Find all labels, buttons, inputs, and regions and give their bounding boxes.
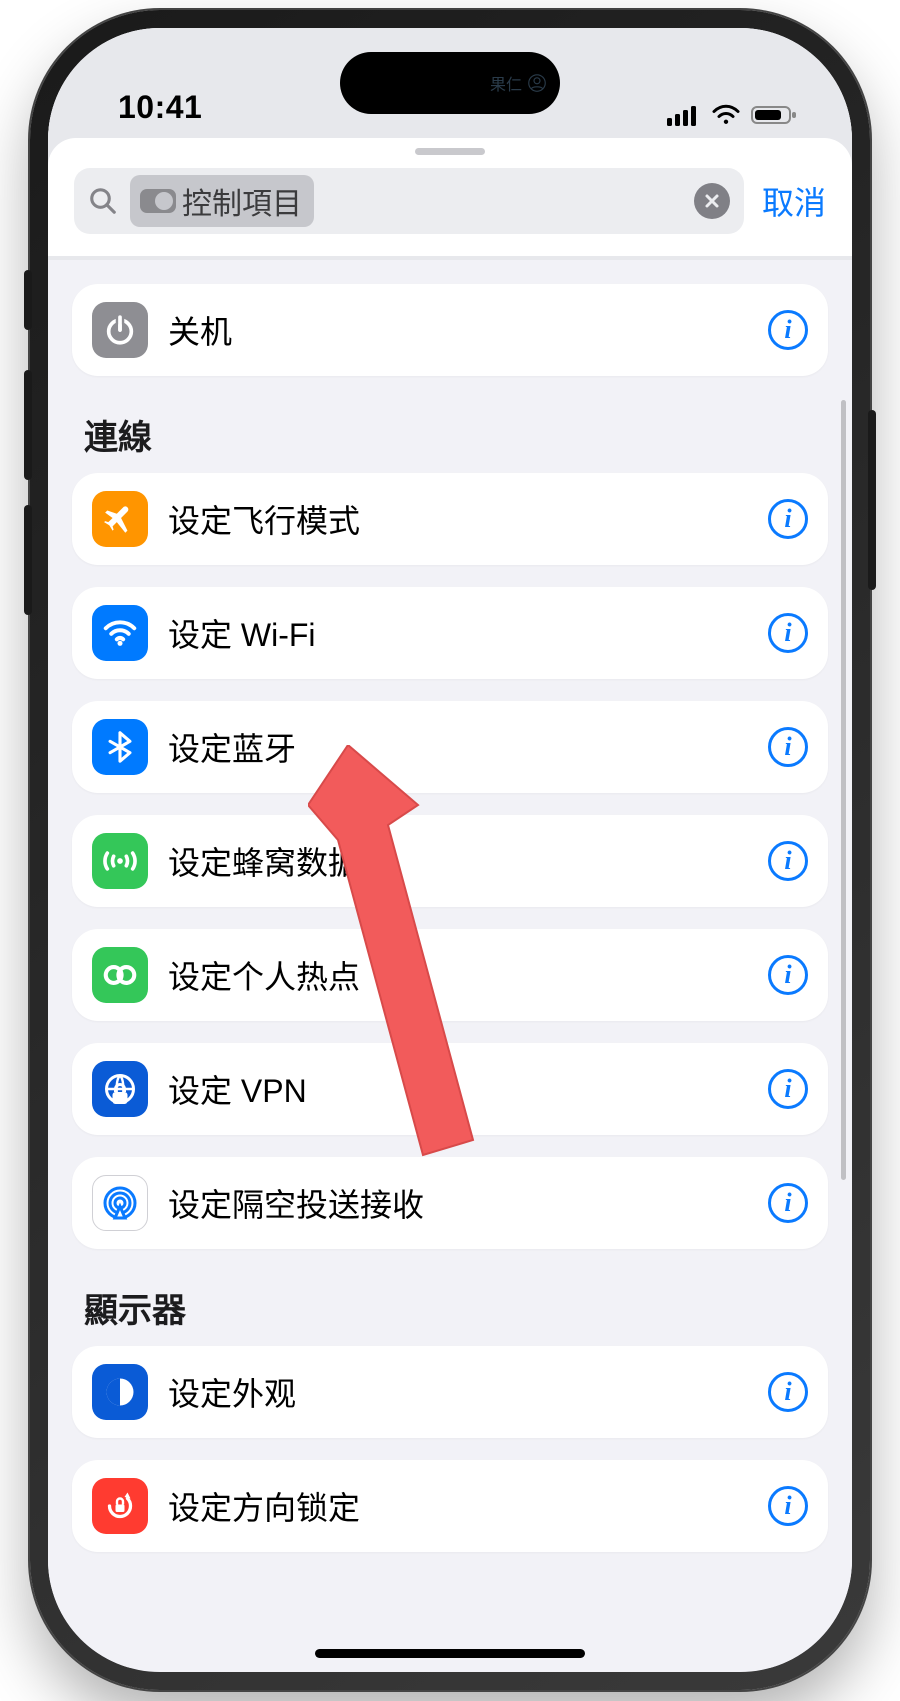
row-label: 设定方向锁定 bbox=[168, 1483, 748, 1529]
airplane-icon bbox=[92, 491, 148, 547]
info-icon[interactable]: i bbox=[768, 1486, 808, 1526]
section-title-display: 顯示器 bbox=[84, 1283, 816, 1332]
section-title-connectivity: 連線 bbox=[84, 410, 816, 459]
row-label: 设定隔空投送接收 bbox=[168, 1180, 748, 1226]
info-icon[interactable]: i bbox=[768, 1069, 808, 1109]
cancel-button[interactable]: 取消 bbox=[762, 178, 826, 224]
appearance-icon bbox=[92, 1364, 148, 1420]
info-icon[interactable]: i bbox=[768, 499, 808, 539]
info-icon[interactable]: i bbox=[768, 841, 808, 881]
info-icon[interactable]: i bbox=[768, 613, 808, 653]
wifi-status-icon bbox=[711, 104, 741, 126]
cellular-icon bbox=[92, 833, 148, 889]
search-field[interactable]: 控制項目 bbox=[74, 168, 744, 234]
volume-down-button bbox=[24, 505, 32, 615]
airdrop-icon bbox=[92, 1175, 148, 1231]
iphone-frame: 果仁 10:41 bbox=[30, 10, 870, 1690]
row-wifi[interactable]: 设定 Wi-Fi i bbox=[72, 587, 828, 679]
row-label: 设定 VPN bbox=[168, 1066, 748, 1112]
dynamic-island: 果仁 bbox=[340, 52, 560, 114]
bluetooth-icon bbox=[92, 719, 148, 775]
user-icon bbox=[528, 74, 546, 92]
info-icon[interactable]: i bbox=[768, 310, 808, 350]
row-label: 设定 Wi-Fi bbox=[168, 610, 748, 656]
row-hotspot[interactable]: 设定个人热点 i bbox=[72, 929, 828, 1021]
content-scroll[interactable]: 关机 i 連線 设定飞行模式 i 设定 Wi-Fi i bbox=[48, 260, 852, 1668]
power-side-button bbox=[868, 410, 876, 590]
row-cellular[interactable]: 设定蜂窝数据 i bbox=[72, 815, 828, 907]
search-icon bbox=[88, 186, 118, 216]
island-content: 果仁 bbox=[490, 71, 546, 95]
volume-up-button bbox=[24, 370, 32, 480]
home-indicator[interactable] bbox=[315, 1649, 585, 1658]
wifi-icon bbox=[92, 605, 148, 661]
row-label: 设定外观 bbox=[168, 1369, 748, 1415]
row-label: 设定蓝牙 bbox=[168, 724, 748, 770]
cellular-signal-icon bbox=[667, 104, 701, 126]
search-token-text: 控制項目 bbox=[182, 179, 302, 223]
row-label: 关机 bbox=[168, 307, 748, 353]
row-label: 设定飞行模式 bbox=[168, 496, 748, 542]
row-label: 设定个人热点 bbox=[168, 952, 748, 998]
screen: 果仁 10:41 bbox=[48, 28, 852, 1672]
island-text: 果仁 bbox=[490, 71, 522, 95]
row-airplane-mode[interactable]: 设定飞行模式 i bbox=[72, 473, 828, 565]
info-icon[interactable]: i bbox=[768, 955, 808, 995]
clear-search-button[interactable] bbox=[694, 183, 730, 219]
row-bluetooth[interactable]: 设定蓝牙 i bbox=[72, 701, 828, 793]
row-label: 设定蜂窝数据 bbox=[168, 838, 748, 884]
control-toggle-icon bbox=[140, 189, 176, 213]
rotation-lock-icon bbox=[92, 1478, 148, 1534]
row-appearance[interactable]: 设定外观 i bbox=[72, 1346, 828, 1438]
info-icon[interactable]: i bbox=[768, 1183, 808, 1223]
status-icons bbox=[667, 104, 797, 126]
hotspot-icon bbox=[92, 947, 148, 1003]
power-icon bbox=[92, 302, 148, 358]
row-rotation-lock[interactable]: 设定方向锁定 i bbox=[72, 1460, 828, 1552]
info-icon[interactable]: i bbox=[768, 727, 808, 767]
scrollbar[interactable] bbox=[841, 400, 846, 1180]
close-icon bbox=[703, 192, 721, 210]
row-shutdown[interactable]: 关机 i bbox=[72, 284, 828, 376]
battery-icon bbox=[751, 104, 797, 126]
search-token[interactable]: 控制項目 bbox=[130, 175, 314, 227]
status-time: 10:41 bbox=[118, 89, 202, 126]
vpn-icon bbox=[92, 1061, 148, 1117]
info-icon[interactable]: i bbox=[768, 1372, 808, 1412]
side-button bbox=[24, 270, 32, 330]
row-airdrop[interactable]: 设定隔空投送接收 i bbox=[72, 1157, 828, 1249]
row-vpn[interactable]: 设定 VPN i bbox=[72, 1043, 828, 1135]
search-bar-row: 控制項目 取消 bbox=[48, 138, 852, 256]
